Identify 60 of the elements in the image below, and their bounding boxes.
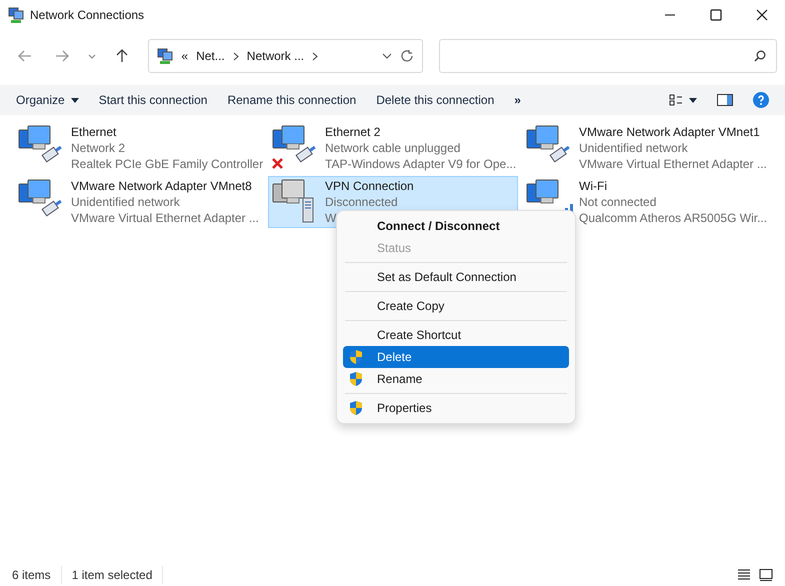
connection-name: Ethernet <box>71 124 116 140</box>
window-title: Network Connections <box>30 7 144 24</box>
connection-status: Disconnected <box>325 194 398 210</box>
network-folder-icon <box>157 48 174 64</box>
back-arrow-icon <box>16 48 32 64</box>
menu-item[interactable]: Set as Default Connection <box>343 266 569 288</box>
chevron-icon <box>312 52 318 60</box>
dropdown-icon[interactable] <box>382 53 392 59</box>
adapter-name: TAP-Windows Adapter V9 for Ope... <box>325 156 516 172</box>
menu-item[interactable]: Create Shortcut <box>343 324 569 346</box>
connection-status: Network 2 <box>71 140 126 156</box>
adapter-name: Qualcomm Atheros AR5005G Wir... <box>579 210 768 226</box>
adapter-name: VMware Virtual Ethernet Adapter ... <box>71 210 259 226</box>
toolbar-button[interactable]: Delete this connection <box>366 88 504 112</box>
connection-name: VPN Connection <box>325 178 414 194</box>
connection-item[interactable]: VMware Network Adapter VMnet1 Unidentified network VMware Virtual Ethernet Adapter ... <box>522 122 772 174</box>
toolbar-button[interactable]: Start this connection <box>88 88 218 112</box>
adapter-name: VMware Virtual Ethernet Adapter ... <box>579 156 767 172</box>
connection-item[interactable]: Ethernet 2 Network cable unplugged TAP-Windows Adapter V9 for Ope... <box>268 122 518 174</box>
menu-item[interactable]: Rename <box>343 368 569 390</box>
menu-item[interactable]: Create Copy <box>343 295 569 317</box>
organize-menu-button[interactable]: Organize <box>6 88 89 112</box>
adapter-name: Realtek PCIe GbE Family Controller <box>71 156 264 172</box>
overflow-chevron[interactable]: « <box>181 47 188 65</box>
large-icons-view-icon[interactable] <box>759 569 773 581</box>
adapter-name: W <box>325 210 336 226</box>
connection-name: Ethernet 2 <box>325 124 380 140</box>
preview-pane-icon <box>717 94 733 106</box>
address-bar[interactable]: « Net... Network ... <box>148 39 423 73</box>
toolbar-button[interactable]: Rename this connection <box>217 88 366 112</box>
minimize-icon <box>665 14 675 16</box>
close-icon <box>756 9 768 21</box>
maximize-icon <box>710 9 722 21</box>
caret-icon <box>689 98 697 102</box>
chevron-icon <box>232 52 239 60</box>
breadcrumb[interactable]: Network ... <box>246 47 304 65</box>
more-button[interactable]: » <box>504 88 531 112</box>
network-folder-icon <box>8 7 24 23</box>
connection-status: Network cable unplugged <box>325 140 460 156</box>
view-icon <box>669 94 683 106</box>
item-count: 6 items <box>12 566 62 584</box>
chevron-down-icon <box>88 54 96 58</box>
details-view-icon[interactable] <box>737 569 751 581</box>
connection-status: Unidentified network <box>579 140 688 156</box>
help-icon <box>753 92 769 108</box>
menu-item[interactable]: Properties <box>343 397 569 419</box>
connection-item[interactable]: VMware Network Adapter VMnet8 Unidentified network VMware Virtual Ethernet Adapter ... <box>14 176 264 228</box>
connection-name: Wi-Fi <box>579 178 607 194</box>
connection-status: Not connected <box>579 194 656 210</box>
selection-count: 1 item selected <box>72 566 164 584</box>
forward-arrow-icon <box>54 48 70 64</box>
connection-name: VMware Network Adapter VMnet1 <box>579 124 760 140</box>
connection-status: Unidentified network <box>71 194 180 210</box>
menu-item[interactable]: Delete <box>343 346 569 368</box>
breadcrumb[interactable]: Net... <box>196 47 225 65</box>
search-icon <box>754 50 766 62</box>
search-field[interactable] <box>438 39 778 73</box>
connection-item[interactable]: Ethernet Network 2 Realtek PCIe GbE Family Controller <box>14 122 264 174</box>
refresh-icon[interactable] <box>400 49 414 63</box>
connection-name: VMware Network Adapter VMnet8 <box>71 178 252 194</box>
